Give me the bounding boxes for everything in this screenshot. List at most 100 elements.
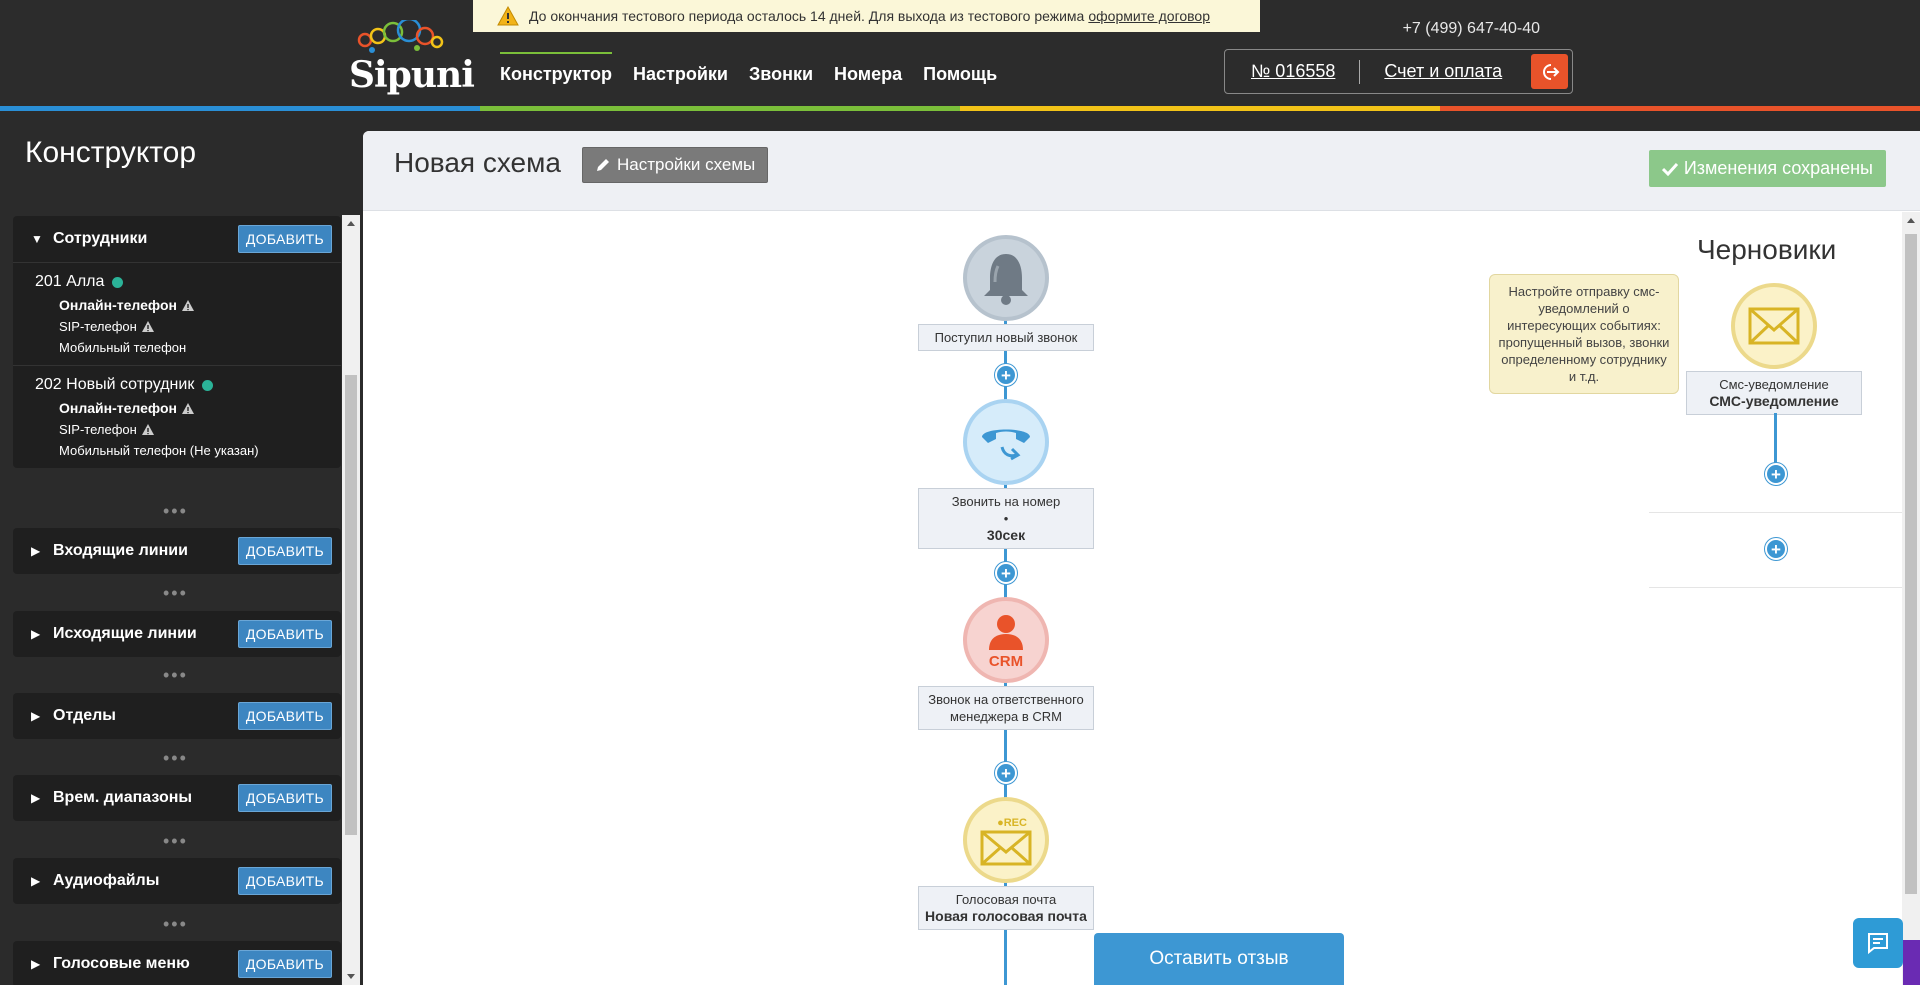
scrollbar-thumb[interactable] (345, 375, 357, 835)
billing-link[interactable]: Счет и оплата (1384, 61, 1502, 82)
add-button[interactable]: ДОБАВИТЬ (237, 620, 332, 648)
section-header[interactable]: ▶ Исходящие линии ДОБАВИТЬ (13, 611, 341, 657)
collapsed-triangle-icon: ▶ (31, 709, 41, 723)
scroll-up-icon[interactable] (1907, 218, 1915, 223)
section-header[interactable]: ▶ Отделы ДОБАВИТЬ (13, 693, 341, 739)
add-draft-step-button[interactable]: + (1765, 463, 1787, 485)
voicemail-node-icon[interactable]: ●REC (963, 797, 1049, 883)
section-header[interactable]: ▼ Сотрудники ДОБАВИТЬ (13, 216, 341, 262)
section-header[interactable]: ▶ Врем. диапазоны ДОБАВИТЬ (13, 775, 341, 821)
call-number-node[interactable]: Звонить на номер • 30сек (918, 488, 1094, 549)
account-box: № 016558 Счет и оплата (1224, 49, 1573, 94)
add-button[interactable]: ДОБАВИТЬ (237, 537, 332, 565)
online-phone-label[interactable]: Онлайн-телефон (59, 297, 177, 313)
employee-item[interactable]: 201 Алла Онлайн-телефон SIP-телефон Моби… (13, 262, 341, 365)
drafts-divider (1649, 512, 1902, 513)
call-number-node-icon[interactable] (963, 399, 1049, 485)
sidebar-scrollbar[interactable] (342, 215, 360, 985)
envelope-icon (1748, 307, 1800, 345)
employee-name: 202 Новый сотрудник (35, 376, 195, 393)
crm-icon-text: CRM (989, 653, 1023, 668)
sms-node-icon[interactable] (1731, 283, 1817, 369)
add-step-button[interactable]: + (995, 562, 1017, 584)
phone-transfer-icon (982, 429, 1030, 461)
scroll-down-icon[interactable] (347, 974, 355, 979)
collapsed-triangle-icon: ▶ (31, 791, 41, 805)
trial-notice: До окончания тестового периода осталось … (473, 0, 1260, 32)
sipuni-logo[interactable]: Sipuni (345, 20, 475, 96)
mobile-phone-label[interactable]: Мобильный телефон (59, 340, 186, 355)
more-dots-icon: ••• (163, 583, 188, 603)
nav-numbers[interactable]: Номера (834, 60, 902, 85)
more-dots-icon: ••• (163, 665, 188, 685)
corner-widget[interactable] (1903, 940, 1920, 985)
collapsed-triangle-icon: ▶ (31, 544, 41, 558)
canvas-scrollbar[interactable] (1902, 212, 1920, 985)
section-audio-files: ▶ Аудиофайлы ДОБАВИТЬ (13, 858, 341, 904)
online-status-icon (112, 276, 124, 288)
add-draft-button[interactable]: + (1765, 538, 1787, 560)
section-title: Исходящие линии (53, 625, 197, 642)
logout-button[interactable] (1531, 54, 1568, 89)
warning-icon (141, 321, 154, 332)
section-title: Сотрудники (53, 230, 148, 247)
voicemail-node[interactable]: Голосовая почта Новая голосовая почта (918, 886, 1094, 930)
expanded-triangle-icon: ▼ (31, 232, 43, 246)
voicemail-name: Новая голосовая почта (925, 908, 1087, 924)
sms-title: Смс-уведомление (1719, 377, 1829, 392)
sip-phone-label[interactable]: SIP-телефон (59, 422, 137, 437)
add-button[interactable]: ДОБАВИТЬ (237, 784, 332, 812)
account-divider (1359, 59, 1361, 84)
crm-manager-icon: CRM (989, 615, 1023, 668)
rec-icon-text: ●REC (997, 817, 1027, 829)
online-phone-label[interactable]: Онлайн-телефон (59, 400, 177, 416)
feedback-button[interactable]: Оставить отзыв (1094, 933, 1344, 985)
account-number-link[interactable]: № 016558 (1251, 61, 1335, 82)
sms-name: СМС-уведомление (1709, 393, 1839, 409)
collapsed-triangle-icon: ▶ (31, 627, 41, 641)
add-button[interactable]: ДОБАВИТЬ (237, 950, 332, 978)
scroll-up-icon[interactable] (347, 221, 355, 226)
section-title: Входящие линии (53, 542, 188, 559)
scheme-settings-button[interactable]: Настройки схемы (582, 147, 769, 183)
crm-node-icon[interactable]: CRM (963, 597, 1049, 683)
scheme-header: Новая схема Настройки схемы Изменения со… (363, 131, 1920, 211)
incoming-call-node[interactable]: Поступил новый звонок (918, 324, 1094, 351)
section-employees: ▼ Сотрудники ДОБАВИТЬ 201 Алла Онлайн-те… (13, 216, 341, 468)
crm-node[interactable]: Звонок на ответственного менеджера в CRM (918, 686, 1094, 730)
scrollbar-thumb[interactable] (1905, 234, 1917, 894)
section-outgoing-lines: ▶ Исходящие линии ДОБАВИТЬ (13, 611, 341, 657)
call-number-time: 30сек (986, 527, 1026, 543)
nav-constructor[interactable]: Конструктор (500, 52, 613, 85)
section-header[interactable]: ▶ Голосовые меню ДОБАВИТЬ (13, 941, 341, 985)
contract-link[interactable]: оформите договор (1088, 8, 1210, 24)
add-button[interactable]: ДОБАВИТЬ (237, 867, 332, 895)
add-step-button[interactable]: + (995, 762, 1017, 784)
nav-settings[interactable]: Настройки (633, 60, 728, 85)
sms-notification-node[interactable]: Смс-уведомление СМС-уведомление (1686, 371, 1862, 415)
logout-icon (1542, 63, 1559, 80)
drafts-title: Черновики (1697, 234, 1837, 265)
add-employee-button[interactable]: ДОБАВИТЬ (237, 225, 332, 253)
nav-calls[interactable]: Звонки (749, 60, 813, 85)
section-header[interactable]: ▶ Аудиофайлы ДОБАВИТЬ (13, 858, 341, 904)
online-status-icon (202, 379, 214, 391)
section-time-ranges: ▶ Врем. диапазоны ДОБАВИТЬ (13, 775, 341, 821)
bell-icon (984, 254, 1028, 305)
section-header[interactable]: ▶ Входящие линии ДОБАВИТЬ (13, 528, 341, 574)
add-step-button[interactable]: + (995, 364, 1017, 386)
scheme-settings-label: Настройки схемы (617, 155, 756, 174)
section-title: Голосовые меню (53, 955, 190, 972)
chat-widget-button[interactable] (1853, 918, 1903, 968)
nav-help[interactable]: Помощь (923, 60, 997, 85)
incoming-call-node-icon[interactable] (963, 235, 1049, 321)
mobile-phone-label[interactable]: Мобильный телефон (Не указан) (59, 443, 259, 458)
section-incoming-lines: ▶ Входящие линии ДОБАВИТЬ (13, 528, 341, 574)
collapsed-triangle-icon: ▶ (31, 874, 41, 888)
top-header: Sipuni До окончания тестового периода ос… (0, 0, 1920, 106)
sip-phone-label[interactable]: SIP-телефон (59, 319, 137, 334)
sidebar: Конструктор ▼ Сотрудники ДОБАВИТЬ 201 Ал… (0, 111, 364, 985)
employee-item[interactable]: 202 Новый сотрудник Онлайн-телефон SIP-т… (13, 365, 341, 468)
saved-status-label: Изменения сохранены (1683, 158, 1873, 178)
add-button[interactable]: ДОБАВИТЬ (237, 702, 332, 730)
